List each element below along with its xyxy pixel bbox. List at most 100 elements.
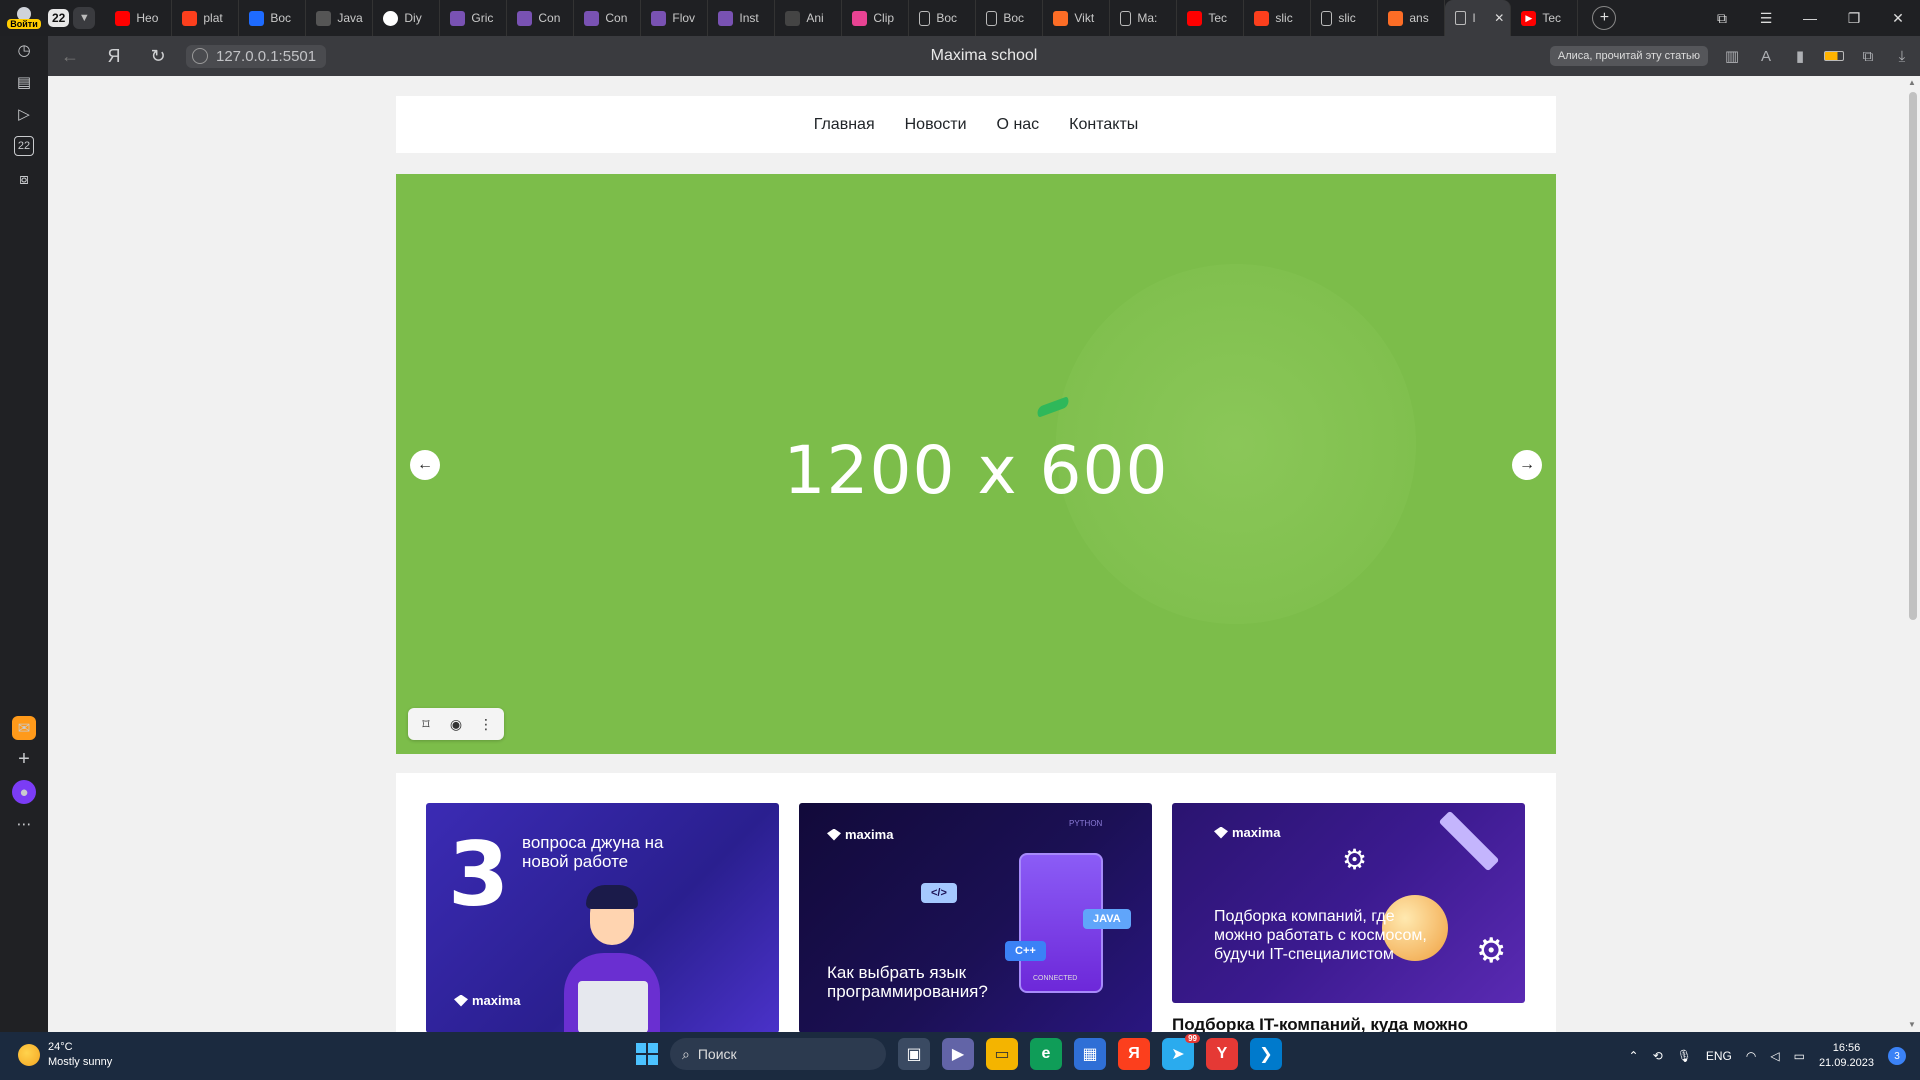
tab-label: ans (1409, 11, 1429, 25)
news-card-image[interactable]: maxima ⚙ ⚙ Подборка компаний, где можно … (1172, 803, 1525, 1003)
history-icon[interactable]: ◷ (12, 38, 36, 62)
tab-12[interactable]: Boc (909, 0, 977, 36)
start-icon[interactable] (636, 1043, 658, 1065)
store-icon[interactable]: ▦ (1074, 1038, 1106, 1070)
tab-6[interactable]: Con (507, 0, 575, 36)
news-card-image[interactable]: maxima PYTHON </> JAVA C++ CONNECTED Как… (799, 803, 1152, 1032)
clock[interactable]: 16:56 21.09.2023 (1819, 1041, 1874, 1071)
news-card[interactable]: maxima ⚙ ⚙ Подборка компаний, где можно … (1172, 803, 1525, 1032)
camera-icon[interactable]: ◉ (442, 712, 470, 736)
add-icon[interactable]: + (12, 747, 36, 771)
play-icon[interactable]: ▷ (12, 102, 36, 126)
yandex-home-icon[interactable]: Я (92, 46, 136, 67)
weather-widget[interactable]: 24°C Mostly sunny (18, 1040, 112, 1070)
nav-link-home[interactable]: Главная (814, 116, 875, 134)
tab-16[interactable]: Tec (1177, 0, 1245, 36)
battery-saver-icon[interactable] (1824, 51, 1844, 61)
scroll-up-icon[interactable]: ▲ (1908, 78, 1916, 87)
scroll-down-icon[interactable]: ▼ (1908, 1020, 1916, 1029)
tab-9[interactable]: Inst (708, 0, 776, 36)
more-vertical-icon[interactable]: ⋮ (472, 712, 500, 736)
page-viewport: Главная Новости О нас Контакты 1200 x 60… (48, 76, 1905, 1032)
new-tab-icon[interactable]: + (1592, 6, 1617, 30)
tab-active[interactable]: I ✕ (1445, 0, 1512, 36)
tab-2[interactable]: Boc (239, 0, 307, 36)
restore-icon[interactable]: ❐ (1832, 10, 1876, 27)
screenshot-icon[interactable]: ⧇ (12, 167, 36, 191)
close-window-icon[interactable]: ✕ (1876, 10, 1920, 27)
bookmark-icon[interactable]: ▮ (1790, 47, 1810, 65)
tab-5[interactable]: Gric (440, 0, 508, 36)
news-card-title[interactable]: Подборка IT-компаний, куда можно (1172, 1015, 1525, 1032)
chevron-down-icon[interactable]: ▼ (73, 7, 96, 29)
close-tab-icon[interactable]: ✕ (1494, 11, 1504, 25)
carousel-prev-button[interactable]: ← (410, 450, 440, 480)
scrollbar-thumb[interactable] (1909, 92, 1917, 620)
notification-badge[interactable]: 3 (1888, 1047, 1906, 1065)
mail-icon[interactable]: ✉ (12, 716, 36, 740)
translate-icon[interactable]: A (1756, 48, 1776, 65)
back-icon[interactable]: ← (48, 46, 92, 67)
language-indicator[interactable]: ENG (1706, 1049, 1732, 1063)
search-placeholder: Поиск (697, 1046, 737, 1062)
file-explorer-icon[interactable]: ▭ (986, 1038, 1018, 1070)
news-card-image[interactable]: 3 вопроса джуна на новой работе maxima (426, 803, 779, 1032)
microphone-icon[interactable]: 🎙 (1677, 1049, 1692, 1063)
profile-button[interactable]: Войти (0, 0, 48, 36)
reader-icon[interactable]: ▥ (1722, 47, 1742, 65)
alice-read-button[interactable]: Алиса, прочитай эту статью (1549, 46, 1708, 66)
nav-link-contacts[interactable]: Контакты (1069, 116, 1138, 134)
taskbar-search[interactable]: ⌕ Поиск (670, 1038, 886, 1070)
carousel-next-button[interactable]: → (1512, 450, 1542, 480)
tab-10[interactable]: Ani (775, 0, 843, 36)
tab-17[interactable]: slic (1244, 0, 1312, 36)
news-card[interactable]: 3 вопроса джуна на новой работе maxima (426, 803, 779, 1032)
url-text[interactable]: 127.0.0.1:5501 (216, 48, 316, 65)
battery-icon[interactable]: ▭ (1794, 1049, 1805, 1063)
tab-14[interactable]: Vikt (1043, 0, 1111, 36)
tab-13[interactable]: Boc (976, 0, 1044, 36)
extensions-icon[interactable]: ⧉ (1858, 48, 1878, 65)
vscode-icon[interactable]: ❯ (1250, 1038, 1282, 1070)
tab-count-badge[interactable]: 22 (48, 9, 70, 27)
address-bar[interactable]: 127.0.0.1:5501 (186, 44, 327, 68)
bootstrap-icon (450, 10, 466, 26)
edge-icon[interactable]: e (1030, 1038, 1062, 1070)
counter-icon[interactable]: 22 (14, 136, 34, 156)
more-icon[interactable]: ⋯ (12, 812, 36, 836)
tab-11[interactable]: Clip (842, 0, 910, 36)
tab-last[interactable]: ▶ Tec (1511, 0, 1579, 36)
sync-icon[interactable]: ⟲ (1653, 1049, 1663, 1063)
reload-icon[interactable]: ↻ (136, 46, 180, 67)
telegram-icon[interactable]: ➤ 99 (1162, 1034, 1200, 1070)
tab-3[interactable]: Java (306, 0, 374, 36)
menu-icon[interactable]: ☰ (1744, 10, 1788, 27)
yandex-browser-icon[interactable]: Y (1206, 1038, 1238, 1070)
tab-19[interactable]: ans (1378, 0, 1446, 36)
task-view-icon[interactable]: ▣ (898, 1038, 930, 1070)
tab-8[interactable]: Flov (641, 0, 709, 36)
yandex-app-icon[interactable]: Я (1118, 1038, 1150, 1070)
teams-icon[interactable]: ▶ (942, 1038, 974, 1070)
tab-15[interactable]: Ma: (1110, 0, 1178, 36)
tab-18[interactable]: slic (1311, 0, 1379, 36)
downloads-icon[interactable]: ⤓ (1892, 48, 1912, 65)
tab-0[interactable]: Нео (105, 0, 173, 36)
tab-1[interactable]: plat (172, 0, 240, 36)
chevron-up-icon[interactable]: ⌃ (1629, 1049, 1639, 1063)
alice-icon[interactable]: ● (12, 780, 36, 804)
tabs-icon[interactable]: ▤ (12, 70, 36, 94)
tab-7[interactable]: Con (574, 0, 642, 36)
news-card[interactable]: maxima PYTHON </> JAVA C++ CONNECTED Как… (799, 803, 1152, 1032)
volume-icon[interactable]: ◁ (1770, 1049, 1779, 1063)
wifi-icon[interactable]: ◠ (1746, 1049, 1756, 1063)
bookmark-icon[interactable]: ⌑ (412, 712, 440, 736)
page-scrollbar[interactable]: ▲ ▼ (1905, 76, 1920, 1032)
tab-4[interactable]: Diy (373, 0, 441, 36)
site-info-icon[interactable] (192, 48, 208, 64)
minimize-icon[interactable]: — (1788, 10, 1832, 26)
bootstrap-icon (718, 10, 734, 26)
collections-icon[interactable]: ⧉ (1700, 10, 1744, 27)
nav-link-news[interactable]: Новости (905, 116, 967, 134)
nav-link-about[interactable]: О нас (997, 116, 1040, 134)
